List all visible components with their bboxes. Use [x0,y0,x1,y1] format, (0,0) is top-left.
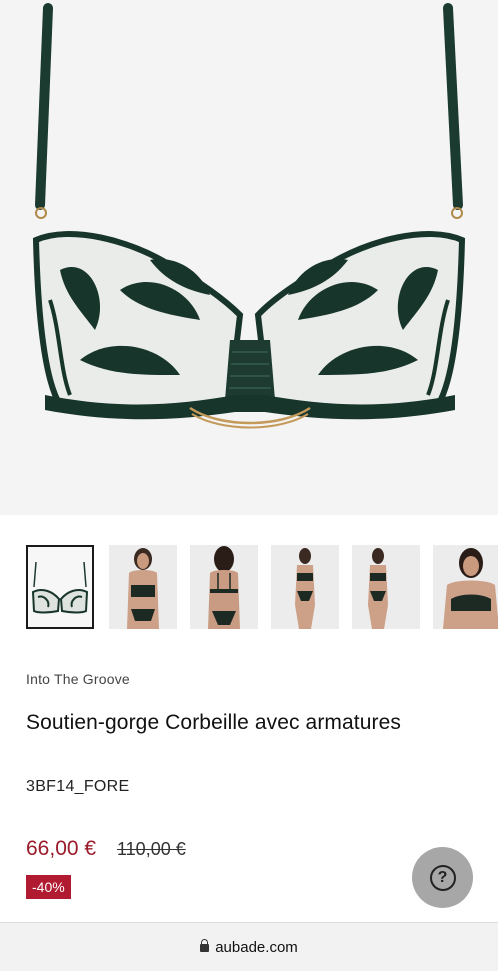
help-button[interactable]: ? [412,847,473,908]
product-title: Soutien-gorge Corbeille avec armatures [26,711,401,734]
browser-address-bar[interactable]: aubade.com [0,922,498,971]
product-main-image[interactable] [0,0,498,515]
model-photo-image [109,545,177,629]
url-text[interactable]: aubade.com [215,939,298,956]
discount-badge: -40% [26,875,71,899]
original-price: 110,00 € [117,839,186,859]
thumbnail-model-front[interactable] [109,545,177,629]
current-price: 66,00 € [26,837,97,860]
bra-thumbnail-image [28,547,92,627]
thumbnail-model-back[interactable] [190,545,258,629]
model-photo-image [271,545,339,629]
thumbnail-model-full-front-2[interactable] [352,545,420,629]
thumbnail-bra-product[interactable] [26,545,94,629]
bra-illustration [32,3,466,429]
question-icon: ? [429,864,456,891]
model-photo-image [352,545,420,629]
model-photo-image [190,545,258,629]
thumbnail-model-close-up[interactable] [433,545,498,629]
thumbnail-model-full-front[interactable] [271,545,339,629]
product-reference: 3BF14_FORE [26,778,130,795]
lock-icon [200,938,210,955]
thumbnail-strip[interactable] [0,545,498,629]
model-photo-image [433,545,498,629]
collection-name[interactable]: Into The Groove [26,671,130,687]
